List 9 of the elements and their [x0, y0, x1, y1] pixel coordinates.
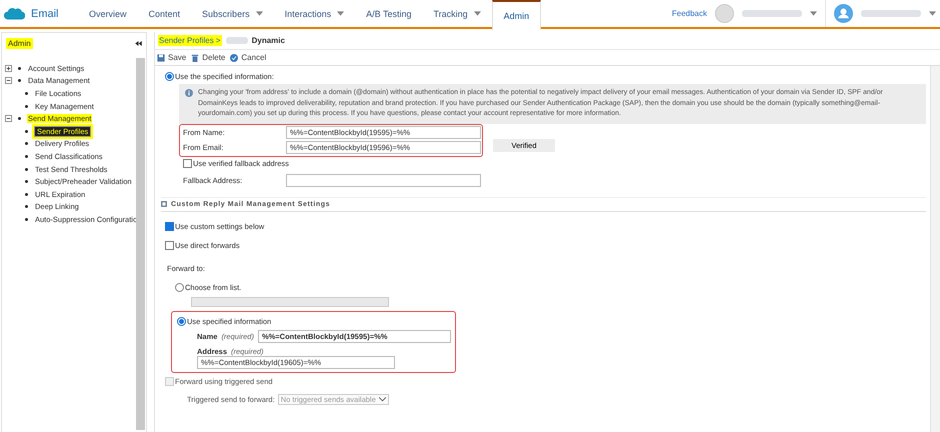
- feedback-link[interactable]: Feedback: [672, 9, 707, 18]
- toolbar-button[interactable]: Save: [157, 53, 186, 62]
- app-title: Email: [31, 8, 59, 20]
- sidebar-title: Admin: [6, 38, 33, 49]
- breadcrumb-current: Dynamic: [252, 36, 285, 45]
- toolbar-button[interactable]: Delete: [191, 53, 226, 62]
- nav-tab[interactable]: Admin: [492, 0, 542, 30]
- toolbar-button[interactable]: Cancel: [230, 53, 266, 62]
- breadcrumb-link[interactable]: Sender Profiles >: [158, 35, 222, 46]
